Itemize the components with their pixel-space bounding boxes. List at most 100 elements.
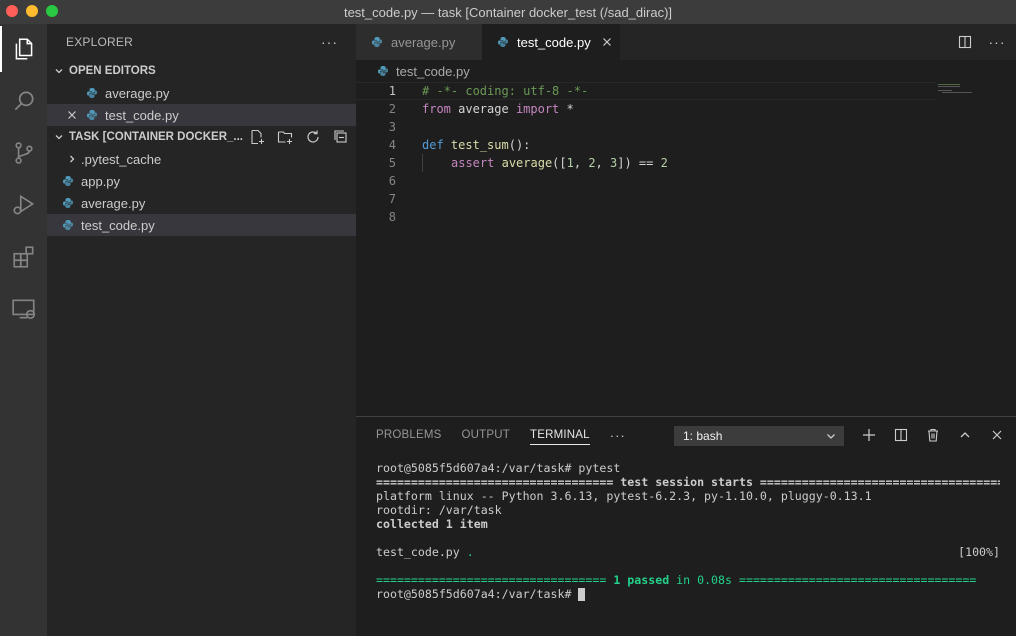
split-editor-icon[interactable] <box>956 33 974 51</box>
terminal-line: root@5085f5d607a4:/var/task# <box>376 587 1000 601</box>
terminal-cursor <box>578 588 586 601</box>
file-label: app.py <box>81 173 121 189</box>
python-file-icon <box>85 86 99 100</box>
python-file-icon <box>370 35 384 49</box>
tab-terminal[interactable]: TERMINAL <box>530 417 590 453</box>
line-number: 1 <box>388 84 396 98</box>
code-editor[interactable]: 1 # -*- coding: utf-8 -*- 2 from average… <box>356 82 1016 416</box>
code-line: 7 <box>356 190 936 208</box>
file-label: average.py <box>81 195 146 211</box>
minimap-line <box>938 84 960 85</box>
extensions-icon[interactable] <box>0 234 47 280</box>
chevron-down-icon <box>52 64 66 78</box>
close-tab-icon[interactable] <box>599 34 615 50</box>
chevron-right-icon <box>65 152 79 166</box>
code-line: 4 def test_sum(): <box>356 136 936 154</box>
line-number: 5 <box>388 156 396 170</box>
tab-test-code[interactable]: test_code.py <box>482 24 620 60</box>
activity-bar <box>0 24 47 636</box>
terminal-output[interactable]: root@5085f5d607a4:/var/task# pytest ====… <box>376 461 1000 601</box>
code-line: 8 <box>356 208 936 226</box>
file-item[interactable]: average.py <box>47 192 356 214</box>
python-file-icon <box>61 218 75 232</box>
split-terminal-icon[interactable] <box>892 426 910 444</box>
minimap[interactable] <box>936 82 1016 416</box>
open-editor-label: average.py <box>105 85 170 101</box>
terminal-line: ================================= 1 pass… <box>376 573 977 587</box>
window-controls <box>6 5 58 17</box>
sidebar-title: EXPLORER <box>66 35 133 49</box>
source-control-icon[interactable] <box>0 130 47 176</box>
refresh-icon[interactable] <box>304 128 322 146</box>
close-panel-icon[interactable] <box>988 426 1006 444</box>
python-file-icon <box>376 64 390 78</box>
editor-tab-bar: average.py test_code.py ··· <box>356 24 1016 60</box>
code-text: # -*- coding: utf-8 -*- <box>422 84 589 98</box>
minimap-line <box>938 86 960 87</box>
search-icon[interactable] <box>0 78 47 124</box>
trash-icon[interactable] <box>924 426 942 444</box>
open-editor-item-active[interactable]: test_code.py <box>47 104 356 126</box>
new-file-icon[interactable] <box>248 128 266 146</box>
explorer-icon[interactable] <box>0 26 47 72</box>
workspace-actions <box>248 128 350 146</box>
more-actions-icon[interactable]: ··· <box>988 33 1006 51</box>
terminal-line: test_code.py . [100%] <box>376 545 1000 559</box>
breadcrumb[interactable]: test_code.py <box>356 60 1016 82</box>
close-icon[interactable] <box>64 107 80 123</box>
python-file-icon <box>496 35 510 49</box>
line-number: 7 <box>388 192 396 206</box>
new-terminal-icon[interactable] <box>860 426 878 444</box>
collapse-all-icon[interactable] <box>332 128 350 146</box>
folder-label: .pytest_cache <box>81 151 162 167</box>
terminal-select[interactable]: 1: bash <box>674 426 844 446</box>
chevron-down-icon <box>52 130 66 144</box>
line-number: 2 <box>388 102 396 116</box>
chevron-up-icon[interactable] <box>956 426 974 444</box>
code-line: 6 <box>356 172 936 190</box>
panel-actions <box>860 426 1006 444</box>
panel-tabs: PROBLEMS OUTPUT TERMINAL ··· <box>376 417 626 453</box>
maximize-window-button[interactable] <box>46 5 58 17</box>
open-editors-header[interactable]: OPEN EDITORS <box>47 60 356 82</box>
run-debug-icon[interactable] <box>0 182 47 228</box>
workspace-header[interactable]: TASK [CONTAINER DOCKER_... <box>47 126 356 148</box>
line-number: 8 <box>388 210 396 224</box>
more-actions-icon[interactable]: ··· <box>610 428 626 443</box>
new-folder-icon[interactable] <box>276 128 294 146</box>
more-actions-icon[interactable]: ··· <box>321 34 338 50</box>
code-text: def test_sum(): <box>422 138 531 152</box>
progress-percent: [100%] <box>958 545 1000 559</box>
tab-average[interactable]: average.py <box>356 24 482 60</box>
terminal-line: platform linux -- Python 3.6.13, pytest-… <box>376 489 872 503</box>
tab-output[interactable]: OUTPUT <box>462 417 510 453</box>
open-editor-label: test_code.py <box>105 107 179 123</box>
open-editors-label: OPEN EDITORS <box>69 65 156 77</box>
line-number: 6 <box>388 174 396 188</box>
tab-problems[interactable]: PROBLEMS <box>376 417 442 453</box>
file-item-selected[interactable]: test_code.py <box>47 214 356 236</box>
line-number: 3 <box>388 120 396 134</box>
terminal-line: ================================== test … <box>376 475 1000 489</box>
bottom-panel: PROBLEMS OUTPUT TERMINAL ··· 1: bash roo… <box>356 416 1016 636</box>
workspace-label: TASK [CONTAINER DOCKER_... <box>69 131 243 143</box>
minimize-window-button[interactable] <box>26 5 38 17</box>
folder-item[interactable]: .pytest_cache <box>47 148 356 170</box>
minimap-line <box>938 90 952 91</box>
sidebar-header: EXPLORER ··· <box>47 24 356 60</box>
minimap-line <box>942 92 972 93</box>
close-window-button[interactable] <box>6 5 18 17</box>
indent-guide <box>422 154 423 172</box>
python-file-icon <box>61 196 75 210</box>
tab-label: average.py <box>391 34 456 50</box>
terminal-line: root@5085f5d607a4:/var/task# pytest <box>376 461 621 475</box>
code-text: assert average([1, 2, 3]) == 2 <box>451 156 668 170</box>
file-item[interactable]: app.py <box>47 170 356 192</box>
code-line: 5 assert average([1, 2, 3]) == 2 <box>356 154 936 172</box>
python-file-icon <box>85 108 99 122</box>
remote-explorer-icon[interactable] <box>0 286 47 332</box>
open-editor-item[interactable]: average.py <box>47 82 356 104</box>
explorer-sidebar: EXPLORER ··· OPEN EDITORS average.py tes… <box>47 24 356 636</box>
